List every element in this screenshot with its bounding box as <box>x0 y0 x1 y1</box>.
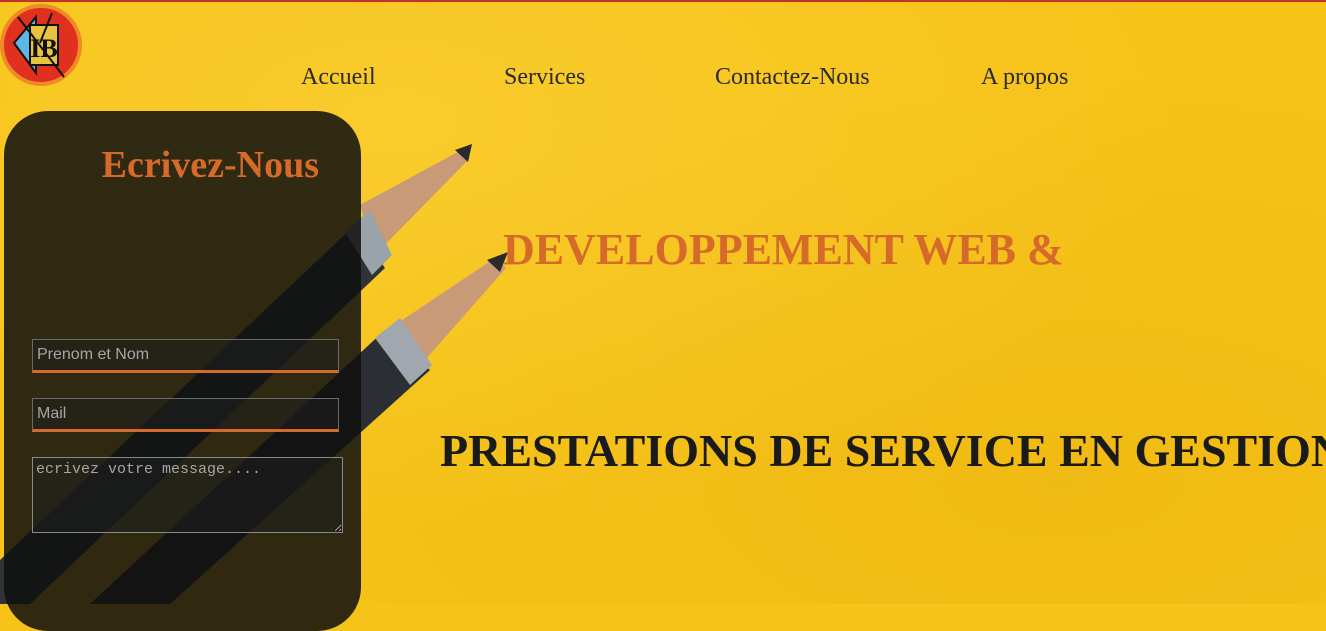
hero-line-2: PRESTATIONS DE SERVICE EN GESTION <box>440 425 1326 476</box>
email-field[interactable] <box>32 398 339 432</box>
contact-title: Ecrivez-Nous <box>101 144 319 186</box>
nav-item-services[interactable]: Services <box>504 64 585 91</box>
contact-panel: Ecrivez-Nous <box>4 111 361 631</box>
main-nav: Accueil Services Contactez-Nous A propos <box>0 64 1326 100</box>
hero-line-1: DEVELOPPEMENT WEB & <box>503 225 1064 274</box>
nav-item-accueil[interactable]: Accueil <box>301 64 376 91</box>
nav-item-a-propos[interactable]: A propos <box>981 64 1068 91</box>
name-field[interactable] <box>32 339 339 373</box>
nav-item-contactez-nous[interactable]: Contactez-Nous <box>715 64 870 91</box>
message-field[interactable] <box>32 457 343 533</box>
